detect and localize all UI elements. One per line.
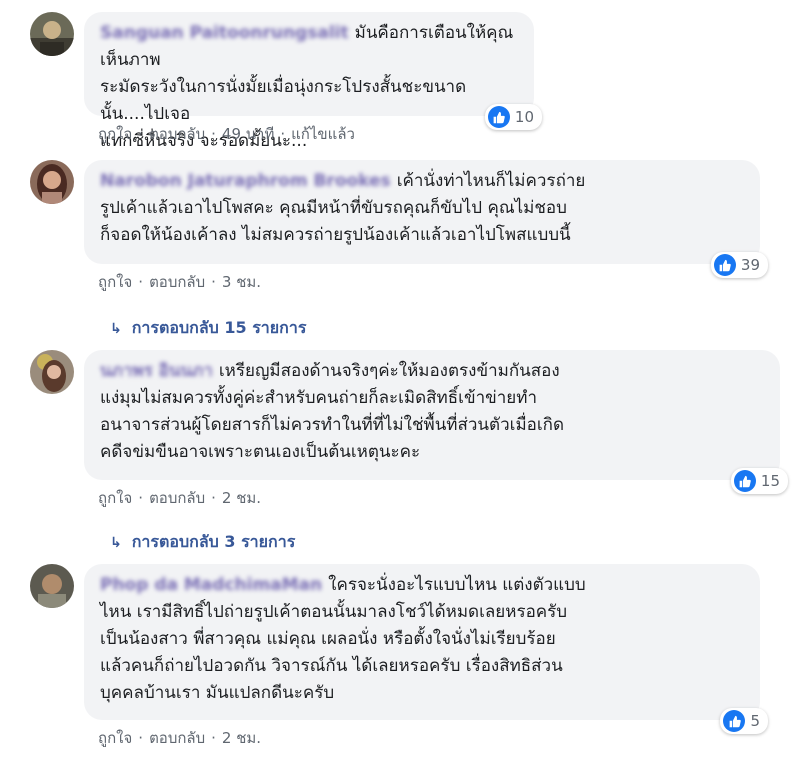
reply-link[interactable]: ตอบกลับ (149, 122, 205, 146)
reply-arrow-icon: ↳ (110, 320, 122, 337)
timestamp[interactable]: 3 ชม. (222, 270, 261, 294)
avatar[interactable] (30, 564, 74, 608)
comment-bubble: นภาพร อินนภา เหรียญมีสองด้านจริงๆค่ะให้มอ… (84, 350, 788, 494)
reply-link[interactable]: ตอบกลับ (149, 486, 205, 510)
like-link[interactable]: ถูกใจ (98, 486, 132, 510)
separator: · (211, 489, 216, 507)
separator: · (138, 489, 144, 507)
comment-author[interactable]: Sanguan Paitoonrungsalit (100, 23, 349, 43)
comment-actions: ถูกใจ · ตอบกลับ · 49 นาที · แก้ไขแล้ว (98, 122, 355, 146)
comment-author[interactable]: Phop da MadchimaMan (100, 575, 322, 595)
replies-count-label: การตอบกลับ 15 รายการ (131, 318, 307, 337)
reaction-number: 10 (514, 108, 534, 126)
reply-link[interactable]: ตอบกลับ (149, 726, 205, 750)
timestamp[interactable]: 2 ชม. (222, 486, 261, 510)
thumbs-up-icon (713, 254, 736, 276)
reaction-count[interactable]: 5 (720, 708, 768, 734)
comment-bubble: Narobon Jaturaphrom Brookes เค้านั่งท่าไห… (84, 160, 768, 278)
thumbs-up-icon (723, 710, 746, 732)
separator: · (211, 125, 216, 143)
comments-feed: Sanguan Paitoonrungsalit มันคือการเตือนให… (0, 0, 800, 758)
reaction-count[interactable]: 10 (484, 104, 542, 130)
thumbs-up-icon (733, 470, 756, 492)
separator: · (138, 273, 144, 291)
reaction-number: 5 (750, 712, 760, 730)
comment-bubble: Phop da MadchimaMan ใครจะนั่งอะไรแบบไหน แ… (84, 564, 768, 734)
avatar[interactable] (30, 350, 74, 394)
timestamp[interactable]: 2 ชม. (222, 726, 261, 750)
comment-author[interactable]: Narobon Jaturaphrom Brookes (100, 171, 391, 191)
separator: · (280, 125, 286, 143)
reaction-count[interactable]: 39 (710, 252, 768, 278)
thumbs-up-icon (487, 106, 510, 128)
comment-actions: ถูกใจ · ตอบกลับ · 3 ชม. (98, 270, 261, 294)
like-link[interactable]: ถูกใจ (98, 270, 132, 294)
avatar[interactable] (30, 160, 74, 204)
reaction-count[interactable]: 15 (730, 468, 788, 494)
comment-bubble: Sanguan Paitoonrungsalit มันคือการเตือนให… (84, 12, 542, 151)
view-replies-link[interactable]: ↳ การตอบกลับ 3 รายการ (110, 530, 295, 555)
timestamp[interactable]: 49 นาที (222, 122, 274, 146)
separator: · (138, 729, 144, 747)
like-link[interactable]: ถูกใจ (98, 122, 132, 146)
like-link[interactable]: ถูกใจ (98, 726, 132, 750)
separator: · (211, 729, 216, 747)
separator: · (211, 273, 216, 291)
comment-author[interactable]: นภาพร อินนภา (100, 361, 213, 381)
comment-actions: ถูกใจ · ตอบกลับ · 2 ชม. (98, 726, 261, 750)
separator: · (138, 125, 144, 143)
avatar[interactable] (30, 12, 74, 56)
view-replies-link[interactable]: ↳ การตอบกลับ 15 รายการ (110, 316, 306, 341)
replies-count-label: การตอบกลับ 3 รายการ (131, 532, 296, 551)
reaction-number: 39 (740, 256, 760, 274)
comment-actions: ถูกใจ · ตอบกลับ · 2 ชม. (98, 486, 261, 510)
reply-link[interactable]: ตอบกลับ (149, 270, 205, 294)
edited-label[interactable]: แก้ไขแล้ว (291, 122, 355, 146)
reply-arrow-icon: ↳ (110, 534, 122, 551)
reaction-number: 15 (760, 472, 780, 490)
